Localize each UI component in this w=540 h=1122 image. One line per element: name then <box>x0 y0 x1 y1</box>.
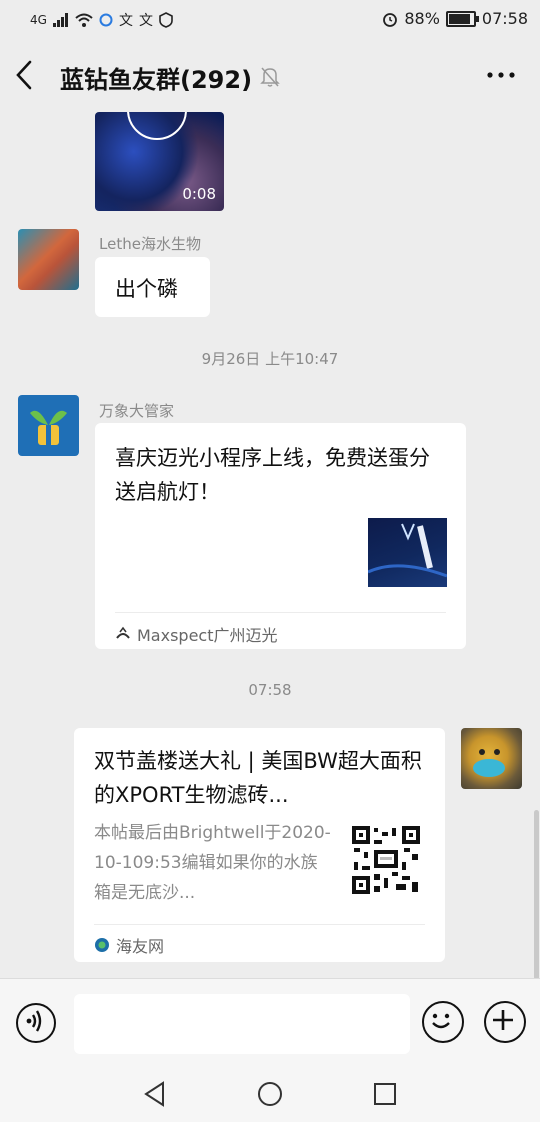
status-bar: 4G 文 文 88% 07:58 <box>0 0 540 40</box>
smiley-icon <box>432 1013 450 1029</box>
source-name: Maxspect广州迈光 <box>137 626 278 645</box>
status-left: 4G 文 文 <box>30 10 173 30</box>
page-title: 蓝钻鱼友群(292) <box>60 66 253 94</box>
sender-name: Lethe海水生物 <box>99 235 201 253</box>
wifi-icon <box>75 13 93 27</box>
scrollbar[interactable] <box>534 810 539 980</box>
home-circle-icon[interactable] <box>257 1081 283 1107</box>
card-title: 双节盖楼送大礼 | 美国BW超大面积的XPORT生物滤砖... <box>94 749 422 807</box>
maxspect-logo-icon <box>367 523 448 578</box>
notification-glyph-icon: 文 <box>138 13 153 29</box>
play-icon <box>127 112 187 140</box>
battery-icon <box>445 10 479 27</box>
source-logo-icon <box>116 626 130 639</box>
system-navigation-bar <box>0 1066 540 1122</box>
battery-level <box>448 13 470 24</box>
chevron-left-icon <box>16 60 32 90</box>
card-divider <box>115 612 446 613</box>
back-button[interactable] <box>14 58 48 98</box>
sender-name: 万象大管家 <box>99 402 175 420</box>
voice-icon <box>26 1010 42 1032</box>
avatar[interactable] <box>461 728 522 789</box>
card-source: Maxspect广州迈光 <box>115 622 278 646</box>
signal-icon <box>52 13 68 27</box>
link-card[interactable]: 双节盖楼送大礼 | 美国BW超大面积的XPORT生物滤砖... 本帖最后由Bri… <box>74 728 445 962</box>
card-description: 本帖最后由Brightwell于2020-10-109:53编辑如果你的水族箱是… <box>94 823 331 903</box>
mute-bell-icon <box>260 67 280 87</box>
notification-glyph-icon: 文 <box>118 13 133 29</box>
message-text: 出个磷 <box>115 277 178 301</box>
video-duration: 0:08 <box>182 185 216 203</box>
status-right: 88% 07:58 <box>382 9 528 28</box>
card-divider <box>94 924 425 925</box>
card-source: 海友网 <box>94 933 164 957</box>
plus-icon <box>493 1010 513 1030</box>
message-bubble[interactable]: 出个磷 <box>95 257 210 317</box>
avatar[interactable] <box>18 395 79 456</box>
link-card[interactable]: 喜庆迈光小程序上线，免费送蛋分送启航灯！ Maxspect广州迈光 <box>95 423 466 649</box>
avatar[interactable] <box>18 229 79 290</box>
app-notification-icon <box>99 13 113 27</box>
card-thumbnail <box>367 518 448 587</box>
more-dots-icon <box>487 72 515 78</box>
timestamp: 07:58 <box>248 681 292 699</box>
qr-code-icon <box>352 826 420 894</box>
more-options-button[interactable] <box>486 60 516 80</box>
mask-figure-icon <box>473 749 505 777</box>
source-name: 海友网 <box>116 937 165 956</box>
recents-square-icon[interactable] <box>373 1082 397 1106</box>
alarm-icon <box>383 12 398 27</box>
message-input[interactable] <box>74 994 410 1054</box>
sprout-logo-icon <box>30 410 67 445</box>
battery-percent: 88% <box>404 9 440 28</box>
more-functions-button[interactable] <box>484 1001 526 1043</box>
back-triangle-icon[interactable] <box>143 1081 167 1107</box>
shield-icon <box>159 12 173 28</box>
source-logo-icon <box>95 938 109 952</box>
chat-header: 蓝钻鱼友群(292) <box>0 40 540 114</box>
input-bar <box>0 978 540 1067</box>
network-label: 4G <box>30 13 47 27</box>
card-title: 喜庆迈光小程序上线，免费送蛋分送启航灯！ <box>115 446 430 504</box>
timestamp: 9月26日 上午10:47 <box>201 350 339 368</box>
voice-button[interactable] <box>16 1003 56 1043</box>
emoji-button[interactable] <box>422 1001 464 1043</box>
video-message[interactable]: 0:08 <box>95 112 224 211</box>
clock: 07:58 <box>481 9 528 28</box>
